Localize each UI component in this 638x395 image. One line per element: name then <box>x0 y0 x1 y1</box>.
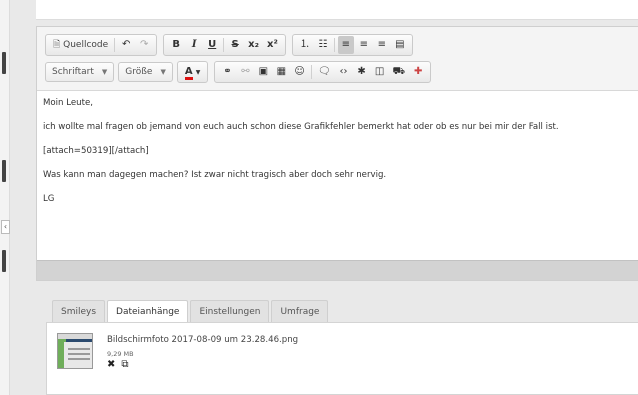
attachment-size: 9,29 MB <box>107 350 134 358</box>
align-center-icon[interactable]: ≡ <box>356 36 372 54</box>
tab-settings[interactable]: Einstellungen <box>190 300 270 322</box>
separator <box>310 65 312 79</box>
content-line: Moin Leute, <box>43 98 93 108</box>
separator <box>223 38 225 52</box>
superscript-button[interactable]: x² <box>264 36 281 54</box>
editor-content[interactable]: Moin Leute, ich wollte mal fragen ob jem… <box>37 91 638 261</box>
collapse-arrow-icon[interactable]: ‹ <box>1 220 10 234</box>
top-strip <box>36 0 638 20</box>
undo-icon[interactable]: ↶ <box>118 36 134 54</box>
gutter-marker <box>2 160 6 182</box>
table-icon[interactable]: ▦ <box>273 63 289 81</box>
chevron-down-icon: ▼ <box>101 68 108 76</box>
spoiler-icon[interactable]: ◫ <box>372 63 388 81</box>
font-size-select[interactable]: Größe ▼ <box>118 62 173 82</box>
italic-button[interactable]: I <box>186 36 202 54</box>
tab-bar: Smileys Dateianhänge Einstellungen Umfra… <box>52 300 330 323</box>
separator <box>333 38 335 52</box>
subscript-button[interactable]: x₂ <box>245 36 262 54</box>
tab-smileys[interactable]: Smileys <box>52 300 106 322</box>
attachment-thumbnail[interactable] <box>57 333 93 369</box>
tab-attachments[interactable]: Dateianhänge <box>107 300 189 323</box>
content-line: ich wollte mal fragen ob jemand von euch… <box>43 122 559 132</box>
toolbar-row-2: Schriftart ▼ Größe ▼ A ▼ ⚭ ⚯ ▣ ▦ ☺ 🗨 ‹› … <box>45 60 638 84</box>
list-align-group: ⒈ ☷ ≡ ≡ ≡ ▤ <box>291 34 413 56</box>
color-group: A ▼ <box>176 61 209 83</box>
bold-button[interactable]: B <box>168 36 184 54</box>
image-icon[interactable]: ▣ <box>255 63 271 81</box>
content-line: [attach=50319][/attach] <box>43 146 149 156</box>
close-icon[interactable]: ✖ <box>107 359 115 370</box>
attachment-filename: Bildschirmfoto 2017-08-09 um 23.28.46.pn… <box>107 335 299 345</box>
insert-group: ⚭ ⚯ ▣ ▦ ☺ 🗨 ‹› ✱ ◫ ⛟ ✚ <box>214 61 432 83</box>
tab-poll[interactable]: Umfrage <box>271 300 329 322</box>
underline-button[interactable]: U <box>204 36 220 54</box>
font-size-label: Größe <box>125 67 153 77</box>
source-button[interactable]: 🗎 Quellcode <box>50 36 111 54</box>
gutter-marker <box>2 52 6 74</box>
smiley-icon[interactable]: ☺ <box>291 63 307 81</box>
rich-text-editor: 🗎 Quellcode ↶ ↷ B I U S x₂ x² ⒈ ☷ ≡ ≡ ≡ … <box>36 26 638 281</box>
bullet-list-icon[interactable]: ☷ <box>315 36 331 54</box>
justify-icon[interactable]: ▤ <box>392 36 408 54</box>
font-family-label: Schriftart <box>52 67 94 77</box>
source-group: 🗎 Quellcode ↶ ↷ <box>45 34 158 56</box>
code-icon[interactable]: ‹› <box>336 63 352 81</box>
editor-toolbar: 🗎 Quellcode ↶ ↷ B I U S x₂ x² ⒈ ☷ ≡ ≡ ≡ … <box>37 27 638 91</box>
cart-icon[interactable]: ⛟ <box>390 63 409 81</box>
gutter-marker <box>2 250 6 272</box>
chevron-down-icon: ▼ <box>195 69 201 76</box>
strikethrough-button[interactable]: S <box>227 36 243 54</box>
left-gutter: ‹ <box>0 0 10 395</box>
unlink-icon[interactable]: ⚯ <box>237 63 253 81</box>
thumbnail-window <box>64 342 92 368</box>
text-color-button[interactable]: A ▼ <box>182 63 204 81</box>
content-line: LG <box>43 194 55 204</box>
text-color-label: A <box>184 66 193 80</box>
font-family-select[interactable]: Schriftart ▼ <box>45 62 115 82</box>
link-icon[interactable]: ⚭ <box>219 63 235 81</box>
thumbnail-lines <box>68 348 90 350</box>
editor-status-bar[interactable] <box>37 260 638 280</box>
numbered-list-icon[interactable]: ⒈ <box>297 36 313 54</box>
source-label: Quellcode <box>63 40 109 50</box>
redo-icon[interactable]: ↷ <box>136 36 152 54</box>
align-left-icon[interactable]: ≡ <box>337 36 354 54</box>
attachments-panel: Bildschirmfoto 2017-08-09 um 23.28.46.pn… <box>46 322 638 395</box>
document-icon: 🗎 <box>53 40 61 50</box>
editor-tabs-area: Smileys Dateianhänge Einstellungen Umfra… <box>36 286 638 395</box>
attachment-actions: ✖ ⧉ <box>107 359 129 370</box>
content-line: Was kann man dagegen machen? Ist zwar ni… <box>43 170 387 180</box>
toolbar-row-1: 🗎 Quellcode ↶ ↷ B I U S x₂ x² ⒈ ☷ ≡ ≡ ≡ … <box>45 33 638 57</box>
quote-icon[interactable]: 🗨 <box>315 63 334 81</box>
insert-icon[interactable]: ⧉ <box>121 359 128 370</box>
separator <box>114 38 116 52</box>
puzzle-icon[interactable]: ✚ <box>410 63 426 81</box>
align-right-icon[interactable]: ≡ <box>374 36 390 54</box>
php-icon[interactable]: ✱ <box>354 63 370 81</box>
format-group: B I U S x₂ x² <box>163 34 286 56</box>
chevron-down-icon: ▼ <box>160 68 166 76</box>
